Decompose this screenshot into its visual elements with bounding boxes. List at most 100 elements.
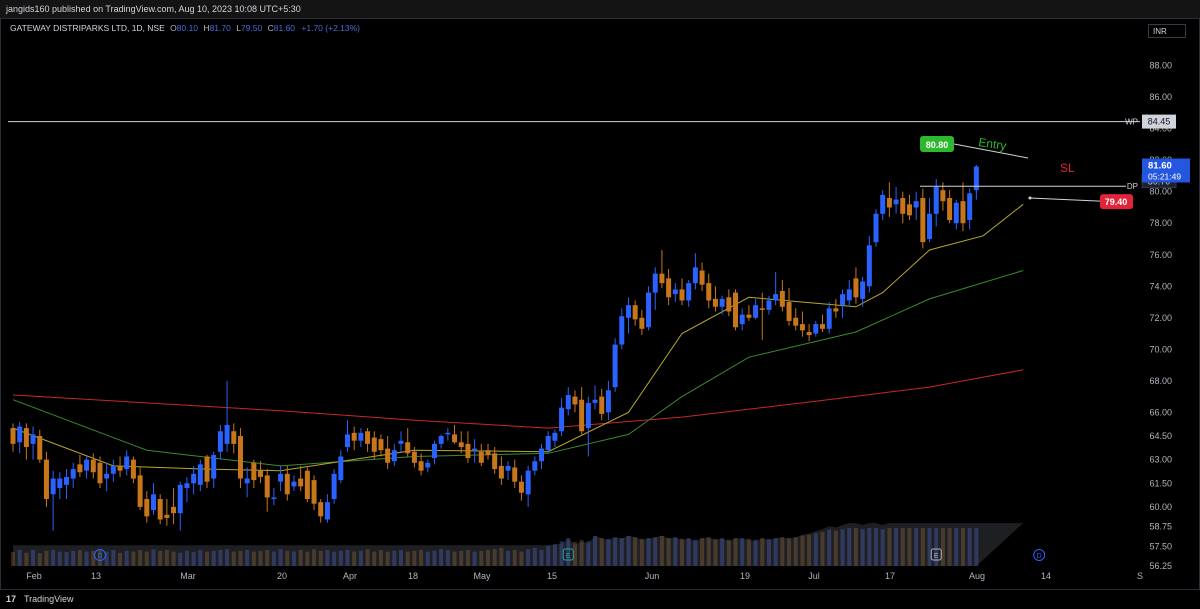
candle-body	[525, 470, 531, 495]
candle-body	[806, 331, 812, 336]
candle-body	[345, 434, 350, 448]
candle-body	[365, 431, 371, 444]
candle-body	[686, 283, 692, 301]
candle-body	[204, 456, 210, 482]
candle-body	[619, 316, 625, 345]
sl-price-label: 79.40	[1105, 197, 1128, 207]
candle-body	[585, 402, 591, 429]
candle-body	[679, 289, 685, 301]
candle-body	[913, 201, 919, 208]
candle-body	[799, 324, 805, 331]
price-chart[interactable]: 88.0086.0084.0082.0080.0078.0076.0074.00…	[0, 0, 1200, 609]
y-tick-label: 60.00	[1149, 502, 1172, 512]
candle-body	[512, 467, 518, 482]
x-tick-label: May	[473, 571, 491, 581]
symbol-name: GATEWAY DISTRIPARKS LTD, 1D, NSE	[10, 23, 165, 33]
candle-body	[70, 469, 76, 479]
candle-body	[967, 193, 973, 221]
candle-body	[211, 454, 217, 479]
candle-body	[311, 480, 317, 504]
candle-body	[411, 451, 417, 463]
candle-body	[846, 289, 852, 301]
candle-body	[699, 270, 705, 285]
candle-body	[458, 442, 464, 448]
candle-body	[351, 432, 357, 441]
candle-body	[773, 294, 779, 301]
x-tick-label: 19	[740, 571, 750, 581]
tradingview-logo-icon: 17	[6, 594, 17, 604]
candle-body	[371, 437, 377, 452]
candle-body	[706, 283, 712, 301]
candle-body	[191, 473, 197, 484]
candle-body	[37, 435, 43, 460]
candle-body	[77, 464, 83, 473]
candle-body	[766, 300, 772, 310]
candle-body	[759, 308, 765, 310]
candle-body	[17, 426, 23, 443]
y-tick-label: 68.00	[1149, 376, 1172, 386]
candle-body	[605, 390, 611, 413]
candle-body	[472, 448, 478, 451]
candle-body	[625, 305, 631, 318]
candle-body	[920, 198, 926, 243]
candle-body	[599, 396, 605, 414]
y-tick-label: 64.50	[1149, 431, 1172, 441]
candle-body	[171, 506, 177, 514]
x-tick-label: Aug	[969, 571, 985, 581]
currency-button[interactable]: INR	[1148, 24, 1186, 38]
y-tick-label: 56.25	[1149, 561, 1172, 571]
candle-body	[833, 308, 839, 312]
candle-body	[271, 497, 277, 500]
y-tick-label: 70.00	[1149, 344, 1172, 354]
symbol-legend: GATEWAY DISTRIPARKS LTD, 1D, NSE O80.10 …	[10, 23, 360, 33]
candle-body	[592, 399, 598, 403]
x-tick-label: 17	[885, 571, 895, 581]
x-tick-label: Mar	[180, 571, 196, 581]
candle-body	[646, 292, 652, 328]
tradingview-brand: TradingView	[24, 594, 74, 604]
candle-body	[157, 499, 163, 520]
candle-body	[485, 450, 491, 455]
candle-body	[57, 478, 63, 488]
candle-body	[324, 502, 330, 520]
candle-body	[753, 305, 759, 318]
candle-body	[612, 344, 618, 388]
change-value: +1.70 (+2.13%)	[301, 23, 361, 33]
candle-body	[398, 440, 404, 444]
candle-body	[438, 435, 444, 444]
candle-body	[391, 450, 397, 462]
y-tick-label: 88.00	[1149, 61, 1172, 71]
candle-body	[90, 459, 96, 473]
candle-body	[746, 314, 752, 318]
candle-body	[84, 459, 90, 471]
x-tick-label: 14	[1041, 571, 1051, 581]
candle-body	[10, 428, 16, 444]
candle-body	[137, 475, 143, 507]
candle-body	[726, 297, 732, 312]
candle-body	[893, 199, 899, 205]
candle-body	[164, 514, 170, 518]
candle-body	[940, 190, 946, 202]
candle-body	[886, 198, 892, 208]
y-tick-label: 76.00	[1149, 250, 1172, 260]
low-value: 79.50	[240, 23, 263, 33]
candle-body	[452, 434, 458, 443]
bar-countdown-label: 05:21:49	[1148, 171, 1181, 181]
candle-body	[358, 432, 364, 441]
candle-body	[264, 475, 270, 498]
candle-body	[298, 478, 304, 487]
candle-body	[779, 290, 785, 307]
candle-body	[565, 395, 571, 410]
event-marker-label: E	[934, 553, 939, 560]
candle-body	[739, 314, 745, 325]
candle-body	[284, 473, 290, 495]
wp-price-label: 84.45	[1148, 117, 1171, 127]
close-value: 81.60	[273, 23, 296, 33]
candle-body	[110, 465, 116, 474]
x-tick-label: 20	[277, 571, 287, 581]
high-value: 81.70	[209, 23, 231, 33]
candle-body	[117, 465, 123, 471]
candle-body	[291, 481, 297, 487]
y-tick-label: 72.00	[1149, 313, 1172, 323]
candle-body	[860, 281, 866, 299]
